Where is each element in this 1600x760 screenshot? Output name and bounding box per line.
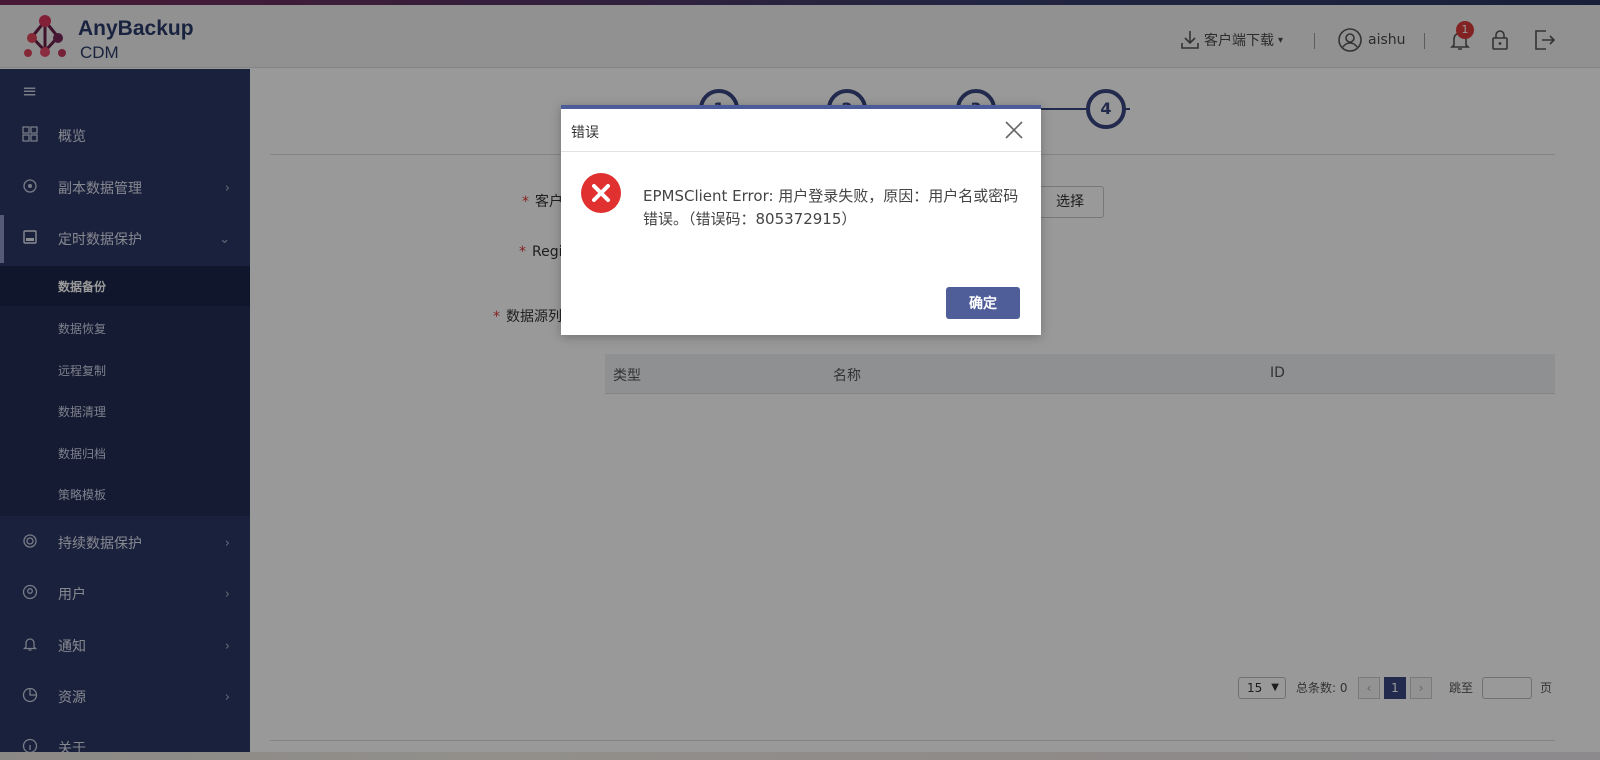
error-dialog: 错误 EPMSClient Error: 用户登录失败，原因：用户名或密码错误。… [561,105,1041,335]
error-message: EPMSClient Error: 用户登录失败，原因：用户名或密码错误。（错误… [643,187,1019,228]
error-icon [581,173,621,213]
ok-button[interactable]: 确定 [946,287,1020,319]
dialog-title: 错误 [571,125,599,141]
dialog-divider [561,151,1041,152]
close-icon[interactable] [1003,119,1025,141]
